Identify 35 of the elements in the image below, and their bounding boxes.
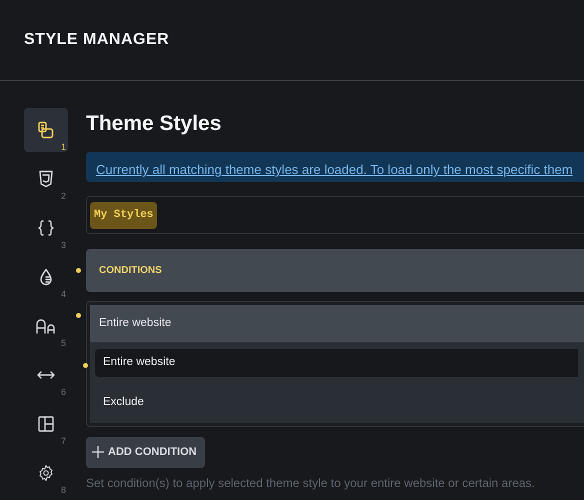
braces-icon: [37, 219, 55, 237]
tab-number: 8: [60, 484, 66, 496]
sidebar-tab[interactable]: 2: [24, 157, 68, 201]
sidebar-tab[interactable]: 3: [24, 206, 68, 250]
tab-number: 2: [60, 190, 66, 202]
add-condition-button[interactable]: ADD CONDITION: [86, 436, 205, 468]
tag-field[interactable]: My Styles: [86, 196, 584, 234]
page-title: Theme Styles: [86, 111, 222, 136]
typography-icon: [35, 317, 57, 335]
sidebar-tab[interactable]: 6: [24, 353, 68, 397]
tab-number: 6: [60, 386, 66, 398]
sidebar-tab[interactable]: 4: [24, 255, 68, 299]
shield-icon: [38, 170, 54, 188]
tab-number: 7: [60, 434, 66, 448]
help-text: Set condition(s) to apply selected theme style to your entire website or certain areas.: [86, 474, 536, 492]
width-arrows-icon: [36, 369, 56, 381]
sidebar-tab[interactable]: 5: [24, 304, 68, 348]
palette-icon: [37, 121, 55, 139]
notice-link[interactable]: Currently all matching theme styles are loaded. To load only the most specific them: [96, 162, 573, 178]
sidebar-tab[interactable]: 1: [24, 108, 68, 152]
sidebar-tab[interactable]: 7: [24, 402, 68, 446]
condition-item[interactable]: Exclude: [90, 382, 584, 423]
app-title: STYLE MANAGER: [24, 30, 170, 50]
plus-icon: [92, 446, 104, 458]
group-header[interactable]: Entire website: [90, 304, 584, 343]
layout-icon: [37, 415, 55, 433]
sidebar-tab[interactable]: 8: [24, 451, 68, 495]
style-tag[interactable]: My Styles: [90, 202, 158, 229]
settings-icon: [37, 464, 55, 482]
conditions-header[interactable]: CONDITIONS: [86, 248, 584, 292]
drop-icon: [38, 268, 54, 286]
tab-number: 4: [60, 288, 66, 300]
tab-number: 1: [60, 140, 66, 154]
tab-number: 5: [60, 336, 66, 350]
tab-number: 3: [60, 238, 66, 252]
